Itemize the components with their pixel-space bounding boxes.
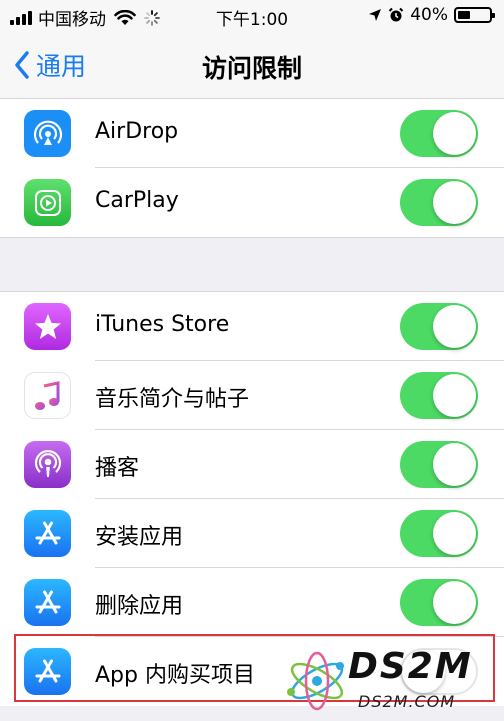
- app-store-icon: [24, 579, 71, 626]
- music-profiles-toggle[interactable]: [400, 372, 478, 419]
- status-bar: 中国移动 下午1:00 40%: [0, 0, 504, 32]
- podcasts-toggle[interactable]: [400, 441, 478, 488]
- row-label: 音乐简介与帖子: [95, 387, 250, 412]
- row-label: App 内购买项目: [95, 663, 255, 688]
- row-label: 删除应用: [95, 594, 184, 619]
- app-store-icon: [24, 510, 71, 557]
- app-store-icon: [24, 648, 71, 695]
- airdrop-icon: [24, 110, 71, 157]
- battery-percent: 40%: [410, 5, 448, 25]
- settings-group-sharing: AirDrop CarPlay: [0, 98, 504, 238]
- navigation-bar: 通用 访问限制: [0, 32, 504, 100]
- list-item-install-apps: 安装应用: [0, 499, 504, 568]
- music-icon: [24, 372, 71, 419]
- battery-level: [458, 11, 470, 19]
- row-label: CarPlay: [95, 188, 179, 213]
- podcasts-icon: [24, 441, 71, 488]
- list-item-carplay: CarPlay: [0, 168, 504, 237]
- row-label: AirDrop: [95, 119, 179, 144]
- airdrop-toggle[interactable]: [400, 110, 478, 157]
- list-item-itunes-store: iTunes Store: [0, 292, 504, 361]
- in-app-purchases-toggle[interactable]: [400, 648, 478, 695]
- install-apps-toggle[interactable]: [400, 510, 478, 557]
- list-item-music-profiles: 音乐简介与帖子: [0, 361, 504, 430]
- delete-apps-toggle[interactable]: [400, 579, 478, 626]
- itunes-store-toggle[interactable]: [400, 303, 478, 350]
- itunes-store-icon: [24, 303, 71, 350]
- status-bar-right: 40%: [368, 5, 495, 25]
- list-item-podcasts: 播客: [0, 430, 504, 499]
- carplay-toggle[interactable]: [400, 179, 478, 226]
- list-item-delete-apps: 删除应用: [0, 568, 504, 637]
- row-label: 播客: [95, 456, 140, 481]
- battery-icon: [454, 7, 495, 23]
- row-label: 安装应用: [95, 525, 184, 550]
- carplay-icon: [24, 179, 71, 226]
- list-item-in-app-purchases: App 内购买项目: [0, 637, 504, 706]
- row-label: iTunes Store: [95, 312, 230, 337]
- list-item-airdrop: AirDrop: [0, 99, 504, 168]
- location-icon: [369, 9, 382, 21]
- page-title: 访问限制: [201, 54, 302, 83]
- settings-group-apps: iTunes Store 音乐简介与帖子 播客 安装应用 删除应用 App 内购…: [0, 291, 504, 706]
- alarm-icon: [388, 7, 404, 22]
